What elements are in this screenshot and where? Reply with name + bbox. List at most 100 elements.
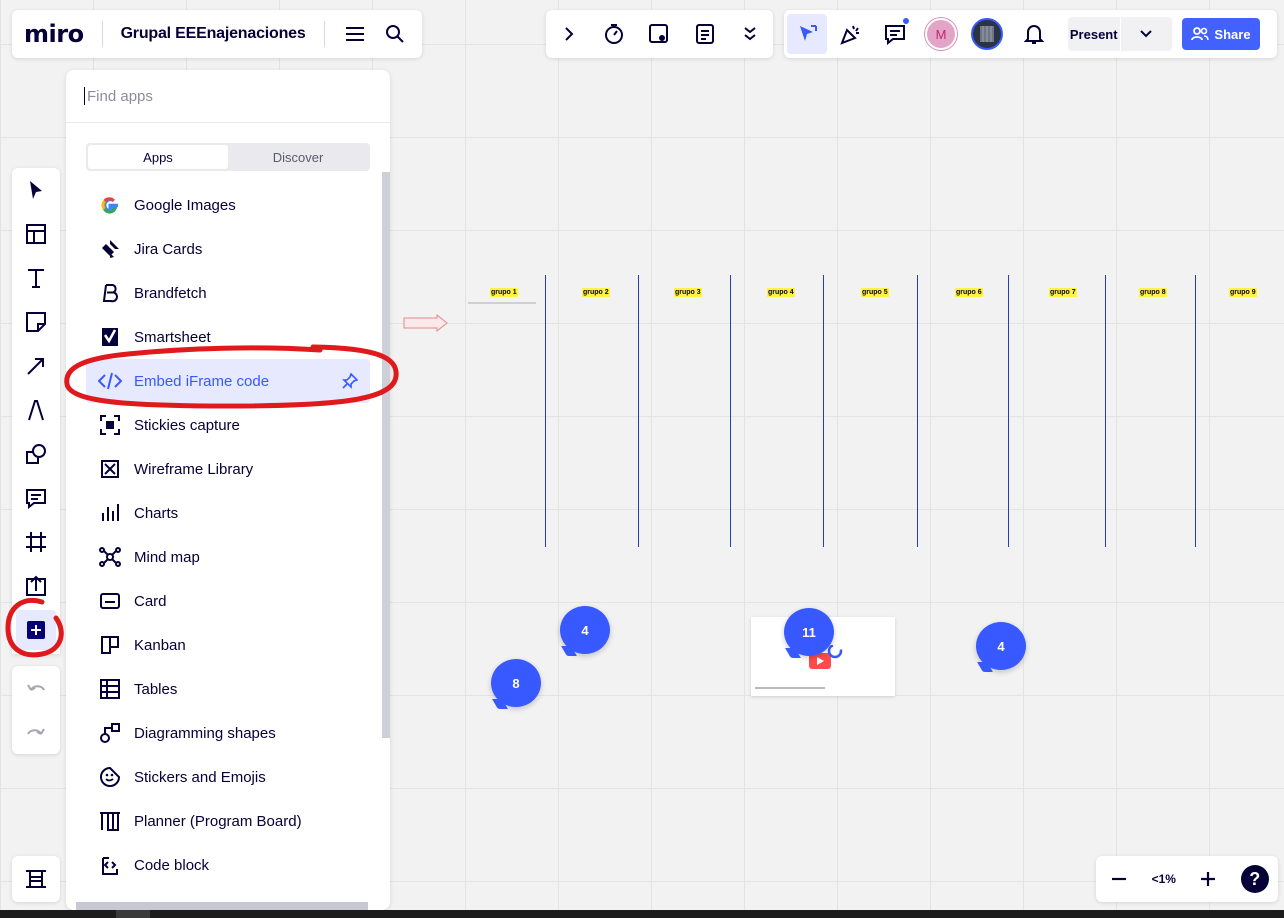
group-label[interactable]: grupo 4 bbox=[767, 288, 795, 297]
group-label[interactable]: grupo 5 bbox=[861, 288, 889, 297]
apps-tabs: Apps Discover bbox=[86, 143, 370, 171]
frames-panel-button[interactable] bbox=[12, 856, 60, 902]
app-label: Wireframe Library bbox=[134, 460, 254, 478]
miro-logo[interactable]: miro bbox=[24, 20, 84, 48]
pen-tool[interactable] bbox=[12, 388, 60, 432]
column-divider bbox=[638, 275, 639, 547]
notification-dot bbox=[903, 18, 909, 24]
present-button[interactable]: Present bbox=[1068, 17, 1172, 51]
comment-bubble[interactable]: 11 bbox=[784, 608, 834, 656]
expand-more-icon[interactable] bbox=[734, 18, 766, 50]
taskbar-item[interactable] bbox=[116, 910, 150, 918]
help-icon[interactable]: ? bbox=[1240, 865, 1269, 893]
app-item-smartsheet[interactable]: Smartsheet bbox=[86, 315, 370, 359]
board-title[interactable]: Grupal EEEnajenaciones bbox=[121, 25, 306, 43]
app-item-kanban[interactable]: Kanban bbox=[86, 623, 370, 667]
undo-button[interactable] bbox=[12, 666, 60, 710]
app-label: Google Images bbox=[134, 196, 236, 214]
group-label[interactable]: grupo 3 bbox=[674, 288, 702, 297]
comments-icon[interactable] bbox=[875, 14, 915, 54]
app-item-tables[interactable]: Tables bbox=[86, 667, 370, 711]
vote-icon[interactable] bbox=[643, 18, 675, 50]
app-label: Brandfetch bbox=[134, 284, 207, 302]
column-divider bbox=[1195, 275, 1196, 547]
app-item-wireframe-library[interactable]: Wireframe Library bbox=[86, 447, 370, 491]
frame-tool[interactable] bbox=[12, 520, 60, 564]
group-label[interactable]: grupo 8 bbox=[1139, 288, 1167, 297]
menu-icon[interactable] bbox=[339, 18, 371, 50]
app-item-charts[interactable]: Charts bbox=[86, 491, 370, 535]
app-label: Kanban bbox=[134, 636, 186, 654]
upload-tool[interactable] bbox=[12, 564, 60, 608]
app-item-planner[interactable]: Planner (Program Board) bbox=[86, 799, 370, 843]
app-item-jira-cards[interactable]: Jira Cards bbox=[86, 227, 370, 271]
group-label[interactable]: grupo 6 bbox=[955, 288, 983, 297]
avatar-photo[interactable] bbox=[971, 18, 1003, 50]
board-tools bbox=[546, 10, 773, 58]
comment-bubble[interactable]: 8 bbox=[491, 659, 541, 707]
app-item-google-images[interactable]: Google Images bbox=[86, 183, 370, 227]
text-tool[interactable] bbox=[12, 256, 60, 300]
pin-icon[interactable] bbox=[342, 373, 358, 389]
horizontal-scrollbar[interactable] bbox=[76, 902, 368, 910]
collaboration-bar: M Present Share bbox=[784, 10, 1277, 58]
group-label[interactable]: grupo 7 bbox=[1049, 288, 1077, 297]
template-icon bbox=[26, 224, 46, 244]
upload-icon bbox=[26, 575, 46, 596]
redo-icon bbox=[27, 728, 45, 735]
group-label[interactable]: grupo 1 bbox=[490, 288, 518, 297]
card-icon bbox=[100, 593, 120, 609]
kanban-icon bbox=[101, 636, 119, 654]
apps-search-input[interactable] bbox=[85, 86, 359, 106]
avatar[interactable]: M bbox=[925, 18, 957, 50]
timer-icon[interactable] bbox=[598, 18, 630, 50]
frame-icon bbox=[26, 532, 46, 552]
app-item-card[interactable]: Card bbox=[86, 579, 370, 623]
notes-icon[interactable] bbox=[689, 18, 721, 50]
cursor-select-icon[interactable] bbox=[787, 14, 827, 54]
column-divider bbox=[917, 275, 918, 547]
tab-discover[interactable]: Discover bbox=[228, 145, 368, 169]
shapes-tool[interactable] bbox=[12, 432, 60, 476]
zoom-in-icon[interactable] bbox=[1194, 865, 1222, 893]
chevron-right-icon[interactable] bbox=[553, 18, 585, 50]
zoom-out-icon[interactable] bbox=[1105, 865, 1133, 893]
shapes-icon bbox=[100, 723, 120, 743]
group-label[interactable]: grupo 2 bbox=[582, 288, 610, 297]
emoji-icon bbox=[100, 766, 121, 787]
celebrate-icon[interactable] bbox=[831, 14, 871, 54]
scrollbar[interactable] bbox=[382, 172, 390, 738]
app-item-mind-map[interactable]: Mind map bbox=[86, 535, 370, 579]
column-divider bbox=[545, 275, 546, 547]
zoom-level[interactable]: <1% bbox=[1152, 872, 1176, 886]
arrow-shape[interactable] bbox=[403, 314, 449, 332]
jira-icon bbox=[102, 240, 119, 258]
app-item-code-block[interactable]: Code block bbox=[86, 843, 370, 887]
share-button[interactable]: Share bbox=[1182, 18, 1260, 50]
tab-apps[interactable]: Apps bbox=[88, 145, 228, 169]
comment-bubble[interactable]: 4 bbox=[560, 606, 610, 654]
comment-bubble[interactable]: 4 bbox=[976, 622, 1026, 670]
app-item-embed-iframe[interactable]: Embed iFrame code bbox=[86, 359, 370, 403]
board-header: miro Grupal EEEnajenaciones bbox=[12, 10, 422, 58]
divider bbox=[101, 21, 103, 47]
mindmap-icon bbox=[99, 547, 121, 567]
templates-tool[interactable] bbox=[12, 212, 60, 256]
more-apps-tool[interactable] bbox=[12, 608, 60, 652]
search-icon[interactable] bbox=[379, 18, 411, 50]
app-item-diagramming-shapes[interactable]: Diagramming shapes bbox=[86, 711, 370, 755]
wireframe-icon bbox=[101, 460, 119, 478]
select-tool[interactable] bbox=[12, 168, 60, 212]
group-label[interactable]: grupo 9 bbox=[1229, 288, 1257, 297]
app-item-brandfetch[interactable]: Brandfetch bbox=[86, 271, 370, 315]
app-item-stickies-capture[interactable]: Stickies capture bbox=[86, 403, 370, 447]
comment-tool[interactable] bbox=[12, 476, 60, 520]
sticky-note-tool[interactable] bbox=[12, 300, 60, 344]
app-label: Embed iFrame code bbox=[134, 372, 270, 390]
bell-icon[interactable] bbox=[1014, 14, 1054, 54]
app-item-stickers-emojis[interactable]: Stickers and Emojis bbox=[86, 755, 370, 799]
chevron-down-icon[interactable] bbox=[1119, 17, 1173, 51]
plus-square-icon bbox=[27, 621, 45, 639]
redo-button[interactable] bbox=[12, 710, 60, 754]
connector-tool[interactable] bbox=[12, 344, 60, 388]
